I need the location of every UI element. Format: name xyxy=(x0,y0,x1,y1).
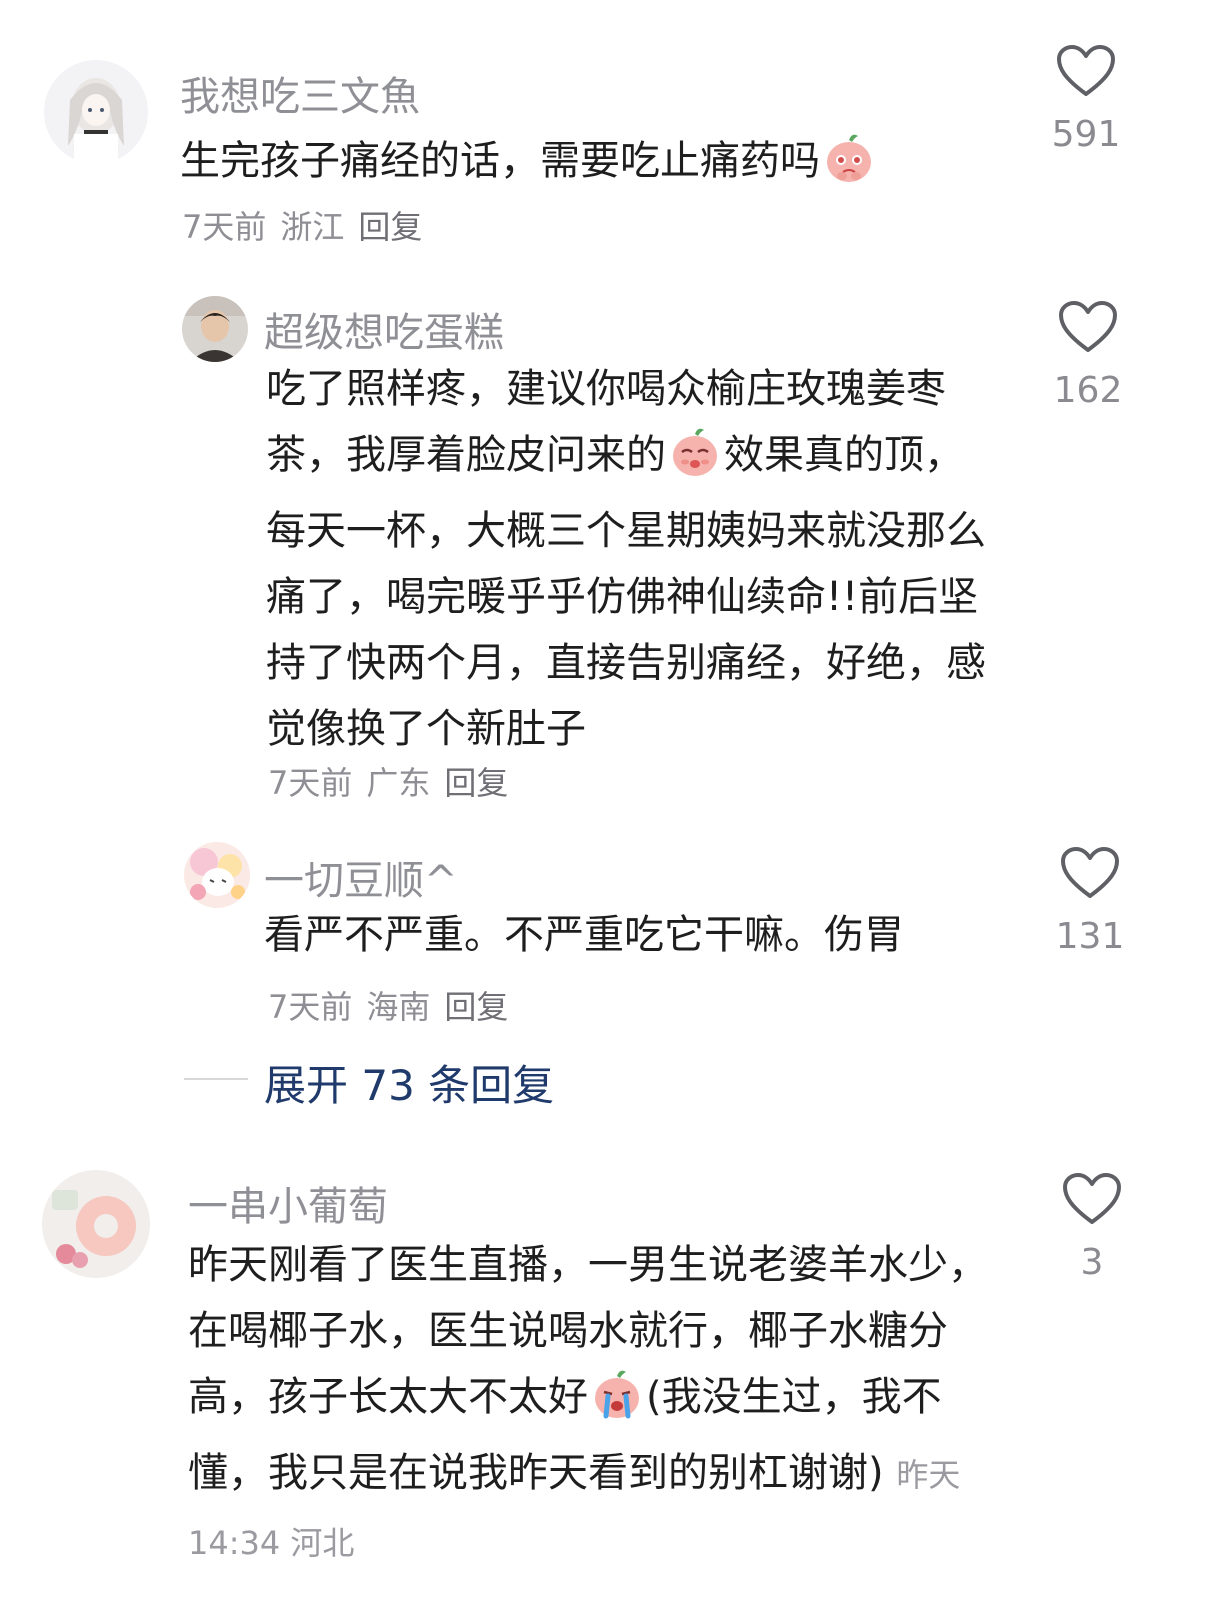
expand-divider xyxy=(184,1078,248,1080)
comment-text[interactable]: 生完孩子痛经的话，需要吃止痛药吗 xyxy=(180,128,1000,204)
like-button[interactable]: 162 xyxy=(1048,300,1128,411)
username[interactable]: 我想吃三文魚 xyxy=(180,64,420,122)
comment-text[interactable]: 看严不严重。不严重吃它干嘛。伤胃 xyxy=(264,902,1004,968)
avatar[interactable] xyxy=(42,1170,150,1278)
username[interactable]: 一切豆顺^ xyxy=(264,848,458,906)
avatar[interactable] xyxy=(44,60,148,164)
comment-date: 7天前 xyxy=(182,208,267,246)
expand-replies-button[interactable]: 展开 73 条回复 xyxy=(264,1052,554,1113)
username[interactable]: 超级想吃蛋糕 xyxy=(264,300,504,358)
reply-button[interactable]: 回复 xyxy=(444,764,508,802)
comment-text[interactable]: 吃了照样疼，建议你喝众榆庄玫瑰姜枣茶，我厚着脸皮问来的 效果真的顶，每天一杯，大概… xyxy=(266,356,996,762)
heart-outline-icon xyxy=(1059,301,1117,352)
comment-date: 7天前 xyxy=(268,764,353,802)
heart-outline-icon xyxy=(1063,1173,1121,1224)
like-button[interactable]: 131 xyxy=(1050,846,1130,957)
comment-text-part: 生完孩子痛经的话，需要吃止痛药吗 xyxy=(180,138,820,184)
avatar[interactable] xyxy=(184,842,250,908)
comment-text-part: 效果真的顶，每天一杯，大概三个星期姨妈来就没那么痛了，喝完暖乎乎仿佛神仙续命!!… xyxy=(266,432,986,752)
comment-text[interactable]: 昨天刚看了医生直播，一男生说老婆羊水少，在喝椰子水，医生说喝水就行，椰子水糖分高… xyxy=(188,1232,1018,1576)
like-count: 591 xyxy=(1051,114,1121,155)
pleading-emoji-icon xyxy=(822,130,876,204)
reply-button[interactable]: 回复 xyxy=(358,208,422,246)
comment-text-part: 看严不严重。不严重吃它干嘛。伤胃 xyxy=(264,912,904,958)
heart-outline-icon xyxy=(1061,847,1119,898)
username[interactable]: 一串小葡萄 xyxy=(188,1174,388,1232)
comment-location: 河北 xyxy=(290,1524,355,1562)
comment-meta: 7天前 海南 回复 xyxy=(268,982,522,1028)
comment-location: 浙江 xyxy=(280,208,345,246)
like-count: 131 xyxy=(1055,916,1125,957)
crying-emoji-icon xyxy=(590,1366,644,1440)
like-button[interactable]: 3 xyxy=(1052,1172,1132,1283)
reply-button[interactable]: 回复 xyxy=(444,988,508,1026)
avatar[interactable] xyxy=(182,296,248,362)
comment-location: 海南 xyxy=(366,988,431,1026)
comment-meta: 7天前 浙江 回复 xyxy=(182,202,436,248)
like-count: 3 xyxy=(1080,1242,1104,1283)
comment-meta: 7天前 广东 回复 xyxy=(268,758,522,804)
like-button[interactable]: 591 xyxy=(1046,44,1126,155)
like-count: 162 xyxy=(1053,370,1123,411)
heart-outline-icon xyxy=(1057,45,1115,96)
comment-date: 7天前 xyxy=(268,988,353,1026)
shy-emoji-icon xyxy=(668,424,722,498)
comment-location: 广东 xyxy=(366,764,431,802)
